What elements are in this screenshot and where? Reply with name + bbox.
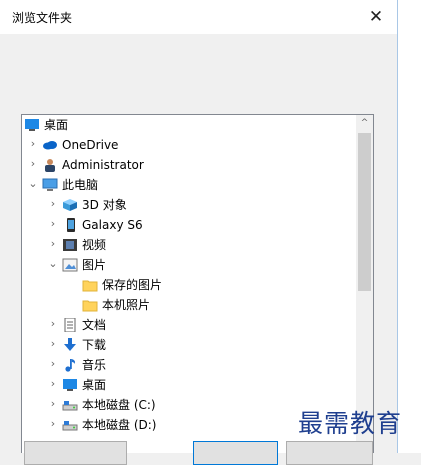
tree-item-label: 本地磁盘 (C:): [82, 398, 156, 412]
3d-objects-icon: [62, 198, 78, 212]
title-bar: 浏览文件夹 ✕: [0, 0, 397, 34]
folder-tree[interactable]: 桌面 › OneDrive › Administrator ⌄ 此电脑 › 3D 对象 › Gala…: [21, 114, 374, 453]
tree-item-label: 桌面: [44, 118, 69, 132]
tree-item-label: 本机照片: [102, 298, 151, 312]
tree-item-label: 文档: [82, 318, 107, 332]
tree-item[interactable]: 保存的图片: [22, 275, 356, 295]
dialog-title: 浏览文件夹: [12, 11, 73, 25]
chevron-right-icon[interactable]: ›: [28, 157, 38, 171]
phone-icon: [62, 218, 78, 232]
tree-item[interactable]: › OneDrive: [22, 135, 356, 155]
close-icon[interactable]: ✕: [365, 6, 387, 28]
chevron-right-icon[interactable]: ›: [48, 317, 58, 331]
chevron-right-icon[interactable]: ›: [28, 137, 38, 151]
chevron-right-icon[interactable]: ›: [48, 337, 58, 351]
tree-item[interactable]: › 下载: [22, 335, 356, 355]
ok-button[interactable]: [193, 441, 278, 465]
video-icon: [62, 238, 78, 252]
download-icon: [62, 338, 78, 352]
tree-item-label: OneDrive: [62, 138, 119, 152]
desktop-icon: [24, 118, 40, 132]
cancel-button[interactable]: [286, 441, 373, 465]
chevron-right-icon[interactable]: ›: [48, 417, 58, 431]
tree-item-label: Administrator: [62, 158, 144, 172]
watermark: 最需教育: [298, 409, 403, 438]
drive-icon: [62, 418, 78, 432]
chevron-right-icon[interactable]: ›: [48, 357, 58, 371]
tree-item[interactable]: ⌄ 图片: [22, 255, 356, 275]
tree-item[interactable]: › 视频: [22, 235, 356, 255]
tree-item-label: Galaxy S6: [82, 218, 143, 232]
folder-icon: [82, 298, 98, 312]
tree-item[interactable]: 桌面: [22, 115, 356, 135]
new-folder-button[interactable]: [24, 441, 127, 465]
tree-item[interactable]: › 文档: [22, 315, 356, 335]
tree-item[interactable]: › 音乐: [22, 355, 356, 375]
folder-icon: [82, 278, 98, 292]
user-icon: [42, 158, 58, 172]
background-window-edge: [397, 0, 421, 453]
drive-icon: [62, 398, 78, 412]
tree-item[interactable]: › Administrator: [22, 155, 356, 175]
chevron-right-icon[interactable]: ›: [48, 397, 58, 411]
document-icon: [62, 317, 78, 333]
music-icon: [62, 358, 78, 372]
tree-item[interactable]: ⌄ 此电脑: [22, 175, 356, 195]
pictures-icon: [62, 258, 78, 272]
chevron-right-icon[interactable]: ›: [48, 217, 58, 231]
tree-item-label: 本地磁盘 (D:): [82, 418, 157, 432]
chevron-right-icon[interactable]: ›: [48, 237, 58, 251]
tree-item[interactable]: › 3D 对象: [22, 195, 356, 215]
chevron-right-icon[interactable]: ›: [48, 377, 58, 391]
chevron-down-icon[interactable]: ⌄: [28, 177, 38, 191]
tree-item[interactable]: › 桌面: [22, 375, 356, 395]
browse-folder-dialog: 浏览文件夹 ✕ 桌面 › OneDrive › Administrator ⌄ 此电脑 › 3D…: [0, 0, 397, 465]
scroll-thumb[interactable]: [358, 133, 371, 291]
tree-item-label: 图片: [82, 258, 107, 272]
tree-item-label: 保存的图片: [102, 278, 163, 292]
chevron-right-icon[interactable]: ›: [48, 197, 58, 211]
vertical-scrollbar[interactable]: ^: [356, 115, 373, 453]
tree-item[interactable]: › Galaxy S6: [22, 215, 356, 235]
tree-item-label: 桌面: [82, 378, 107, 392]
tree-item-label: 视频: [82, 238, 107, 252]
chevron-down-icon[interactable]: ⌄: [48, 257, 58, 271]
tree-item-label: 3D 对象: [82, 198, 127, 212]
cloud-icon: [42, 138, 58, 152]
desktop-icon: [62, 378, 78, 392]
tree-item-label: 音乐: [82, 358, 107, 372]
tree-item-label: 此电脑: [62, 178, 99, 192]
tree-item[interactable]: 本机照片: [22, 295, 356, 315]
computer-icon: [42, 178, 58, 192]
tree-item-label: 下载: [82, 338, 107, 352]
scroll-up-icon[interactable]: ^: [356, 115, 373, 132]
